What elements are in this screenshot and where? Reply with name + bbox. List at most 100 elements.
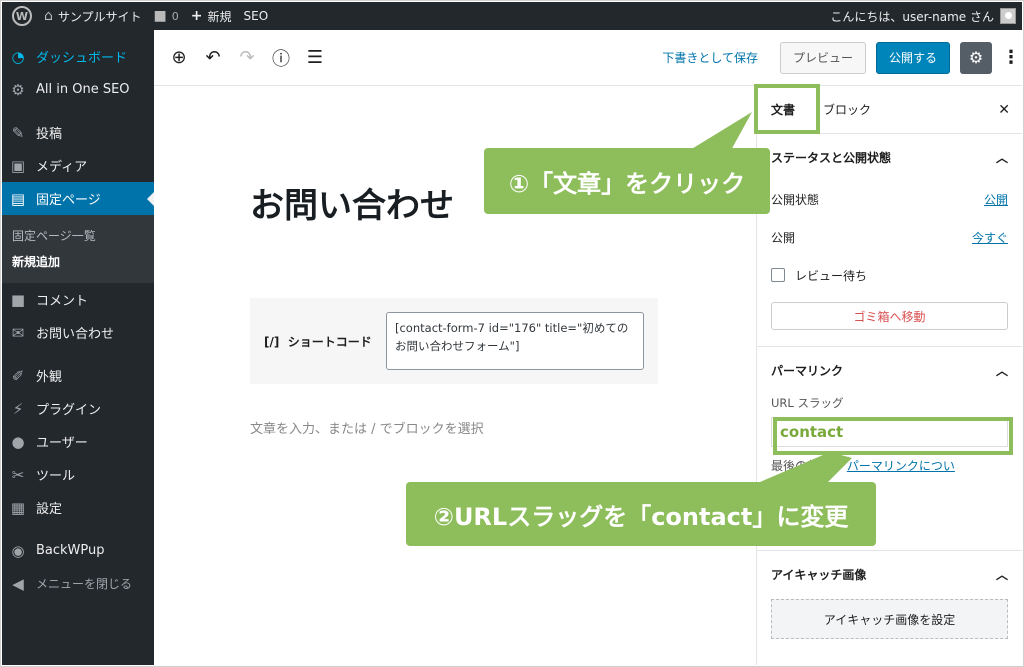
undo-icon[interactable]: ↶	[196, 41, 230, 75]
tab-block[interactable]: ブロック	[809, 86, 885, 134]
settings-icon: ▦	[10, 498, 26, 517]
avatar[interactable]	[1000, 8, 1016, 24]
new-content-link[interactable]: + 新規	[185, 2, 238, 30]
block-navigation-icon[interactable]: ☰	[298, 41, 332, 75]
move-to-trash-button[interactable]: ゴミ箱へ移動	[771, 302, 1008, 330]
user-icon: ●	[11, 432, 25, 451]
shortcode-icon: [/]	[264, 334, 280, 349]
sidebar-item-appearance[interactable]: ✐ 外観	[2, 359, 154, 392]
sidebar-item-label: 設定	[36, 502, 63, 517]
url-slug-label: URL スラッグ	[771, 396, 844, 410]
wordpress-icon: W	[12, 6, 32, 26]
sidebar-item-label: 外観	[36, 370, 63, 385]
save-draft-button[interactable]: 下書きとして保存	[662, 49, 758, 66]
home-icon: ⌂	[44, 8, 53, 24]
page-icon: ▤	[10, 189, 26, 208]
chevron-up-icon: ︿	[995, 363, 1008, 378]
sidebar-item-plugins[interactable]: ⚡ プラグイン	[2, 392, 154, 425]
shortcode-block-label: [/] ショートコード	[264, 333, 386, 350]
publish-button[interactable]: 公開する	[875, 41, 950, 74]
seo-menu[interactable]: SEO	[238, 2, 275, 30]
dashboard-icon: ◔	[11, 47, 25, 66]
collapse-icon: ◀	[12, 574, 24, 593]
sidebar-item-label: 固定ページ	[36, 193, 101, 208]
mail-icon: ✉	[11, 323, 25, 342]
pin-icon: ✎	[11, 123, 25, 142]
visibility-label: 公開状態	[771, 192, 820, 207]
sidebar-submenu: 固定ページ一覧 新規追加	[2, 215, 154, 283]
sidebar-item-comments[interactable]: ■ コメント	[2, 283, 154, 316]
admin-bar: W ⌂ サンプルサイト ■ 0 + 新規 SEO こんにちは、user-name…	[2, 2, 1022, 30]
featured-image-section: アイキャッチ画像 ︿ アイキャッチ画像を設定	[757, 551, 1022, 639]
shortcode-input[interactable]: [contact-form-7 id="176" title="初めてのお問い合…	[386, 312, 644, 370]
sidebar-item-tools[interactable]: ✂ ツール	[2, 458, 154, 491]
plugin-icon: ⚡	[12, 399, 24, 418]
collapse-menu-button[interactable]: ◀ メニューを閉じる	[2, 567, 154, 600]
brush-icon: ✐	[11, 366, 25, 385]
callout-step-2: ②URLスラッグを「contact」に変更	[406, 482, 876, 546]
sidebar-item-label: コメント	[36, 294, 89, 309]
submenu-all-pages[interactable]: 固定ページ一覧	[2, 223, 154, 249]
callout-step-1: ①「文章」をクリック	[484, 148, 770, 214]
greeting[interactable]: こんにちは、user-name さん	[830, 8, 994, 25]
settings-toggle-button[interactable]: ⚙	[960, 41, 992, 74]
sidebar-item-contact[interactable]: ✉ お問い合わせ	[2, 316, 154, 349]
permalink-section-toggle[interactable]: パーマリンク ︿	[771, 347, 1008, 393]
editor-toolbar: ⊕ ↶ ↷ ⓘ ☰ 下書きとして保存 プレビュー 公開する ⚙ ⋮	[154, 30, 1022, 86]
close-icon[interactable]: ✕	[998, 102, 1010, 118]
featured-image-toggle[interactable]: アイキャッチ画像 ︿	[771, 551, 1008, 597]
block-placeholder[interactable]: 文章を入力、または / でブロックを選択	[250, 418, 484, 437]
publish-date-row: 公開 今すぐ	[771, 218, 1008, 256]
sidebar-item-label: 投稿	[36, 127, 63, 142]
comment-icon: ■	[10, 290, 26, 309]
publish-date-link[interactable]: 今すぐ	[972, 229, 1008, 246]
page-title[interactable]: お問い合わせ	[250, 178, 454, 227]
sidebar-item-label: お問い合わせ	[36, 327, 115, 342]
status-heading: ステータスと公開状態	[771, 150, 892, 165]
set-featured-image-button[interactable]: アイキャッチ画像を設定	[771, 599, 1008, 639]
sidebar-item-media[interactable]: ▣ メディア	[2, 149, 154, 182]
wrench-icon: ✂	[11, 465, 25, 484]
shortcode-block[interactable]: [/] ショートコード [contact-form-7 id="176" tit…	[250, 298, 658, 384]
featured-image-heading: アイキャッチ画像	[771, 567, 867, 582]
redo-icon[interactable]: ↷	[230, 41, 264, 75]
sidebar-item-users[interactable]: ● ユーザー	[2, 425, 154, 458]
gear-icon: ⚙	[968, 48, 984, 67]
site-name-link[interactable]: ⌂ サンプルサイト	[38, 2, 148, 30]
comment-icon: ■	[153, 8, 167, 24]
sidebar-item-dashboard[interactable]: ◔ ダッシュボード	[2, 40, 154, 73]
permalink-heading: パーマリンク	[771, 363, 844, 378]
backwpup-icon: ◉	[11, 541, 25, 560]
visibility-link[interactable]: 公開	[984, 191, 1008, 208]
url-slug-input[interactable]: contact	[771, 417, 1008, 447]
permalink-help-link[interactable]: パーマリンクについ	[847, 459, 955, 473]
visibility-row: 公開状態 公開	[771, 180, 1008, 218]
sidebar-item-label: All in One SEO	[36, 82, 130, 97]
shortcode-label-text: ショートコード	[287, 334, 372, 349]
plus-icon: +	[190, 8, 203, 24]
sidebar-item-all-in-one-seo[interactable]: ⚙ All in One SEO	[2, 73, 154, 106]
slug-help-text: 最後の部分。	[771, 459, 844, 473]
sidebar-item-settings[interactable]: ▦ 設定	[2, 491, 154, 524]
wordpress-logo[interactable]: W	[2, 2, 38, 30]
preview-button[interactable]: プレビュー	[779, 41, 866, 74]
status-section-toggle[interactable]: ステータスと公開状態 ︿	[771, 134, 1008, 180]
add-block-icon[interactable]: ⊕	[162, 41, 196, 75]
comments-link[interactable]: ■ 0	[148, 2, 185, 30]
pending-review-row: レビュー待ち	[771, 256, 1008, 294]
sidebar-item-label: ツール	[36, 469, 76, 484]
new-label: 新規	[207, 9, 232, 24]
submenu-add-new[interactable]: 新規追加	[2, 249, 154, 275]
pending-review-checkbox[interactable]	[771, 268, 785, 282]
tab-document[interactable]: 文書	[757, 86, 809, 134]
sidebar-item-label: メディア	[36, 160, 88, 175]
more-options-icon[interactable]: ⋮	[1002, 47, 1020, 68]
sidebar-item-pages[interactable]: ▤ 固定ページ	[2, 182, 154, 215]
sidebar-item-posts[interactable]: ✎ 投稿	[2, 116, 154, 149]
sidebar-item-label: ユーザー	[36, 436, 88, 451]
settings-tabs: 文書 ブロック ✕	[757, 86, 1022, 134]
status-section: ステータスと公開状態 ︿ 公開状態 公開 公開 今すぐ レビュー待ち ゴミ箱へ移…	[757, 134, 1022, 347]
info-icon[interactable]: ⓘ	[264, 41, 298, 75]
url-slug-help: 最後の部分。 パーマリンクについ	[771, 457, 1008, 474]
sidebar-item-backwpup[interactable]: ◉ BackWPup	[2, 534, 154, 567]
